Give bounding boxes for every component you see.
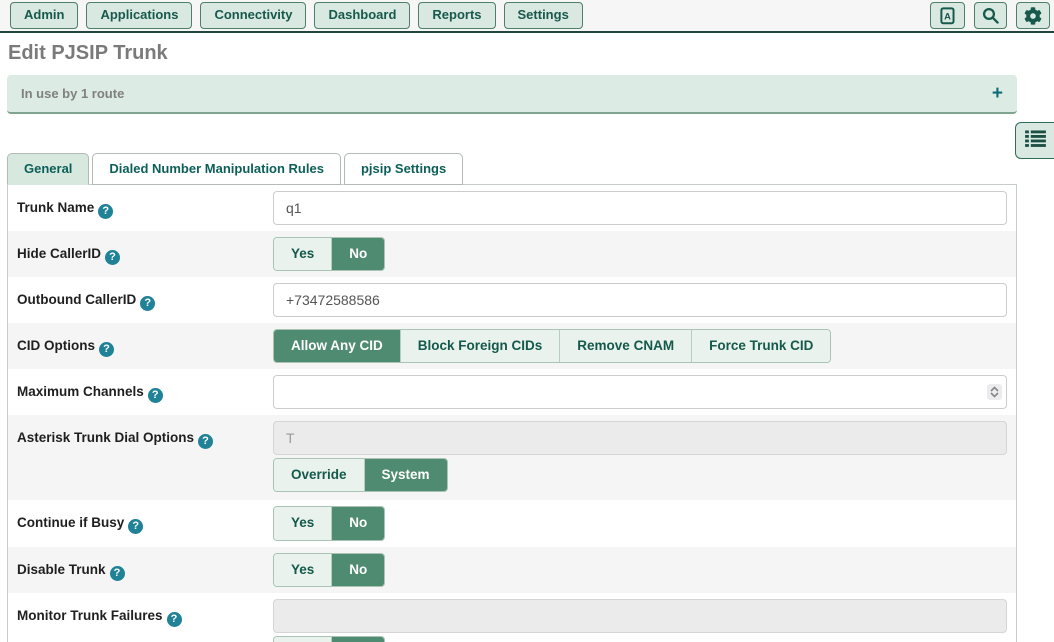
nav-dashboard[interactable]: Dashboard: [314, 2, 410, 28]
row-monitor-trunk-failures: Monitor Trunk Failures? Yes No: [8, 593, 1016, 642]
continue-if-busy-yes-button[interactable]: Yes: [274, 507, 332, 539]
row-trunk-name: Trunk Name?: [8, 185, 1016, 231]
expand-plus-icon[interactable]: +: [992, 84, 1003, 103]
cid-options-segmented: Allow Any CID Block Foreign CIDs Remove …: [273, 329, 831, 363]
in-use-text: In use by 1 route: [21, 86, 124, 101]
nav-reports[interactable]: Reports: [418, 2, 495, 28]
chevron-down-icon: [990, 392, 999, 398]
help-icon[interactable]: ?: [167, 612, 182, 627]
outbound-callerid-label: Outbound CallerID?: [17, 283, 273, 311]
trunk-name-label: Trunk Name?: [17, 191, 273, 219]
maximum-channels-label: Maximum Channels?: [17, 375, 273, 403]
help-icon[interactable]: ?: [110, 566, 125, 581]
search-button[interactable]: [974, 2, 1007, 29]
settings-gear-button[interactable]: [1016, 2, 1050, 29]
list-icon: [1025, 130, 1046, 152]
cid-remove-cnam-button[interactable]: Remove CNAM: [560, 330, 692, 362]
hide-callerid-yes-button[interactable]: Yes: [274, 238, 332, 270]
outbound-callerid-input[interactable]: [273, 283, 1007, 317]
row-disable-trunk: Disable Trunk? Yes No: [8, 547, 1016, 593]
help-icon[interactable]: ?: [140, 296, 155, 311]
row-outbound-callerid: Outbound CallerID?: [8, 277, 1016, 323]
nav-settings[interactable]: Settings: [504, 2, 583, 28]
nav-connectivity[interactable]: Connectivity: [200, 2, 306, 28]
gear-icon: [1024, 7, 1042, 25]
row-hide-callerid: Hide CallerID? Yes No: [8, 231, 1016, 277]
trunk-tabs: General Dialed Number Manipulation Rules…: [7, 153, 1017, 185]
help-icon[interactable]: ?: [128, 519, 143, 534]
language-button[interactable]: A: [930, 2, 965, 29]
hide-callerid-no-button[interactable]: No: [332, 238, 384, 270]
continue-if-busy-toggle: Yes No: [273, 506, 385, 540]
sidebar-list-toggle-button[interactable]: [1015, 122, 1054, 159]
general-tab-panel: Trunk Name? Hide CallerID? Yes No Outbou…: [7, 184, 1017, 642]
nav-admin[interactable]: Admin: [10, 2, 78, 28]
page-title: Edit PJSIP Trunk: [8, 40, 1054, 66]
help-icon[interactable]: ?: [148, 388, 163, 403]
cid-allow-any-cid-button[interactable]: Allow Any CID: [274, 330, 401, 362]
dial-options-mode-toggle: Override System: [273, 458, 448, 492]
monitor-trunk-failures-toggle: Yes No: [273, 636, 385, 642]
help-icon[interactable]: ?: [99, 342, 114, 357]
quantity-stepper[interactable]: [987, 384, 1002, 400]
continue-if-busy-no-button[interactable]: No: [332, 507, 384, 539]
help-icon[interactable]: ?: [105, 250, 120, 265]
top-nav: Admin Applications Connectivity Dashboar…: [0, 0, 1054, 33]
monitor-trunk-failures-no-button[interactable]: No: [332, 637, 384, 642]
dial-options-override-button[interactable]: Override: [274, 459, 365, 491]
row-cid-options: CID Options? Allow Any CID Block Foreign…: [8, 323, 1016, 369]
hide-callerid-toggle: Yes No: [273, 237, 385, 271]
dial-options-system-button[interactable]: System: [365, 459, 447, 491]
disable-trunk-no-button[interactable]: No: [332, 554, 384, 586]
nav-icon-group: A: [921, 2, 1050, 29]
asterisk-trunk-dial-options-label: Asterisk Trunk Dial Options?: [17, 421, 273, 449]
maximum-channels-input[interactable]: [273, 375, 1007, 409]
language-icon: A: [938, 7, 957, 25]
help-icon[interactable]: ?: [198, 434, 213, 449]
cid-force-trunk-cid-button[interactable]: Force Trunk CID: [692, 330, 830, 362]
trunk-name-input[interactable]: [273, 191, 1007, 225]
monitor-trunk-failures-input: [273, 599, 1007, 633]
disable-trunk-yes-button[interactable]: Yes: [274, 554, 332, 586]
row-maximum-channels: Maximum Channels?: [8, 369, 1016, 415]
row-asterisk-trunk-dial-options: Asterisk Trunk Dial Options? Override Sy…: [8, 415, 1016, 500]
hide-callerid-label: Hide CallerID?: [17, 237, 273, 265]
svg-text:A: A: [944, 11, 951, 22]
tab-pjsip-settings[interactable]: pjsip Settings: [344, 153, 463, 185]
disable-trunk-label: Disable Trunk?: [17, 553, 273, 581]
nav-applications[interactable]: Applications: [86, 2, 192, 28]
monitor-trunk-failures-yes-button[interactable]: Yes: [274, 637, 332, 642]
asterisk-trunk-dial-options-input: [273, 421, 1007, 455]
cid-options-label: CID Options?: [17, 329, 273, 357]
search-icon: [982, 7, 999, 24]
continue-if-busy-label: Continue if Busy?: [17, 506, 273, 534]
monitor-trunk-failures-label: Monitor Trunk Failures?: [17, 599, 273, 627]
in-use-panel[interactable]: In use by 1 route +: [7, 75, 1017, 114]
tab-general[interactable]: General: [7, 153, 89, 185]
row-continue-if-busy: Continue if Busy? Yes No: [8, 500, 1016, 546]
disable-trunk-toggle: Yes No: [273, 553, 385, 587]
tab-dialed-number-manipulation-rules[interactable]: Dialed Number Manipulation Rules: [92, 153, 341, 185]
cid-block-foreign-cids-button[interactable]: Block Foreign CIDs: [401, 330, 561, 362]
help-icon[interactable]: ?: [98, 204, 113, 219]
